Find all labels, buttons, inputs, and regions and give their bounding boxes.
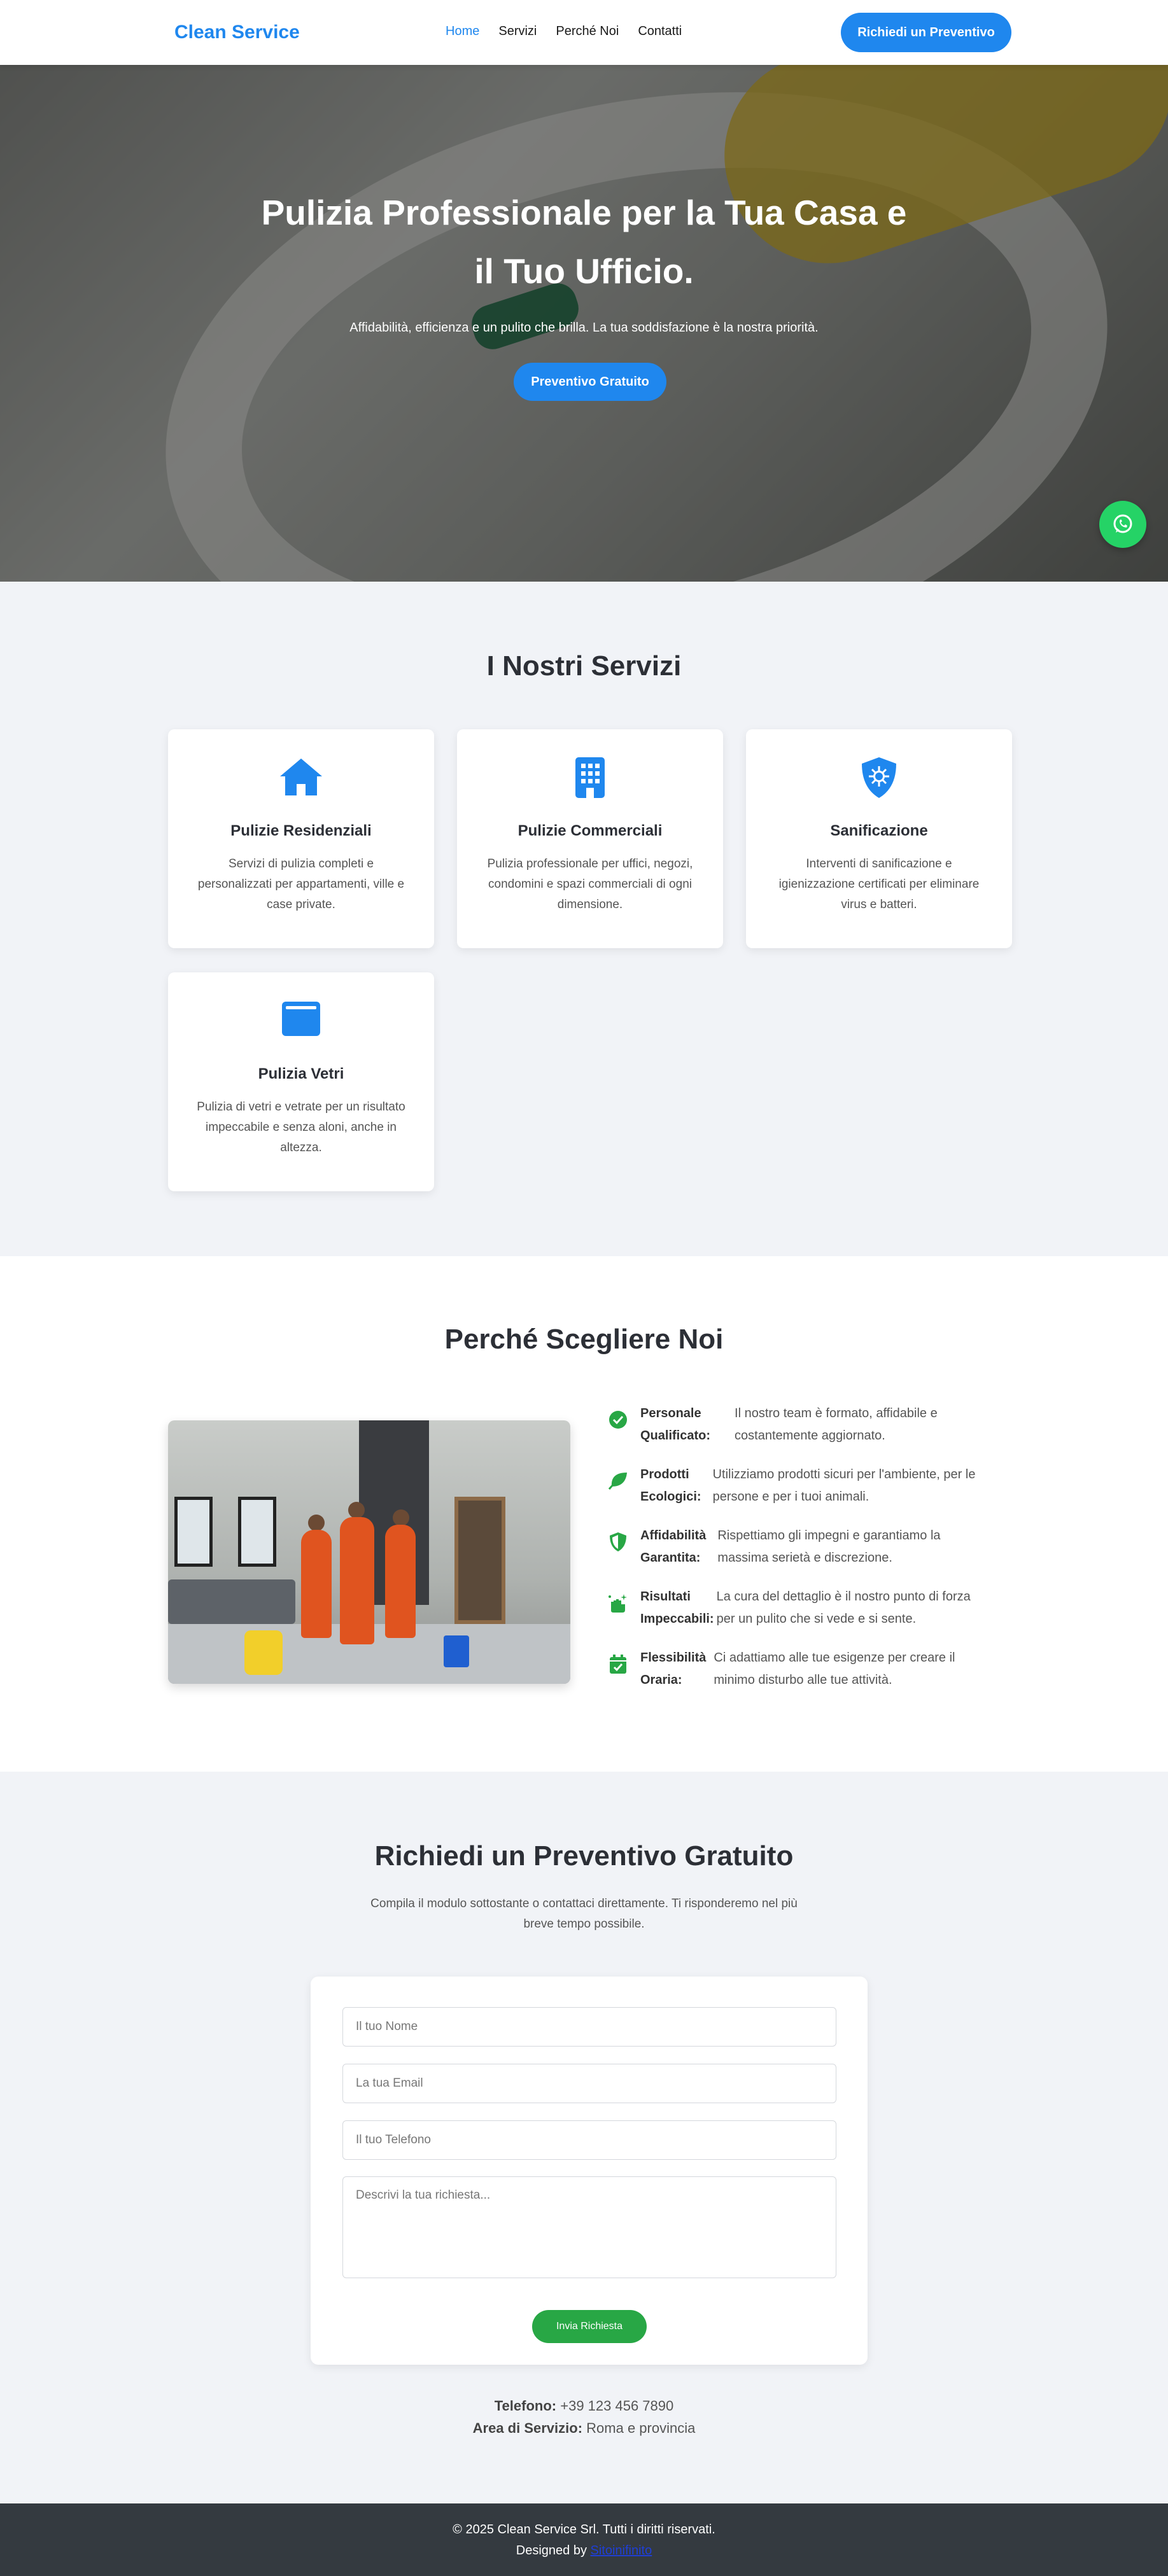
service-card-title: Sanificazione — [830, 822, 928, 839]
services-section: I Nostri Servizi Pulizie Residenziali Se… — [0, 582, 1168, 1256]
nav-quote-button[interactable]: Richiedi un Preventivo — [841, 13, 1011, 52]
sparkle-hand-icon — [609, 1594, 627, 1613]
nav-link-perche-noi[interactable]: Perché Noi — [556, 24, 619, 39]
navbar: Clean Service Home Servizi Perché Noi Co… — [0, 0, 1168, 65]
feature-risultati: Risultati Impeccabili: La cura del dettag… — [607, 1586, 971, 1630]
whatsapp-icon — [1113, 514, 1132, 533]
service-card-title: Pulizie Commerciali — [517, 822, 663, 839]
quote-subtitle: Compila il modulo sottostante o contatta… — [370, 1897, 798, 1931]
email-field[interactable] — [342, 2064, 836, 2103]
window-icon — [282, 1002, 320, 1036]
why-section: Perché Scegliere Noi Personale Qualificat… — [0, 1256, 1168, 1772]
feature-flessibilita: Flessibilità Oraria: Ci adattiamo alle tu… — [607, 1647, 955, 1691]
service-card-commerciali[interactable]: Pulizie Commerciali Pulizia professional… — [457, 729, 723, 948]
hero-title-line2: il Tuo Ufficio. — [474, 251, 694, 291]
service-card-vetri[interactable]: Pulizia Vetri Pulizia di vetri e vetrate… — [168, 972, 434, 1191]
hero-title-line1: Pulizia Professionale per la Tua Casa e — [261, 193, 907, 232]
brand-logo[interactable]: Clean Service — [174, 22, 300, 43]
designer-link[interactable]: Sitoinifinito — [591, 2544, 652, 2558]
feature-personale: Personale Qualificato: Il nostro team è f… — [607, 1403, 938, 1447]
nav-link-home[interactable]: Home — [446, 24, 479, 39]
service-card-residenziali[interactable]: Pulizie Residenziali Servizi di pulizia … — [168, 729, 434, 948]
service-card-text: Servizi di pulizia completi e personaliz… — [197, 857, 405, 911]
nav-link-contatti[interactable]: Contatti — [638, 24, 682, 39]
name-field[interactable] — [342, 2007, 836, 2047]
message-field[interactable] — [342, 2176, 836, 2278]
calendar-check-icon — [610, 1655, 626, 1674]
service-card-title: Pulizia Vetri — [258, 1065, 344, 1082]
services-title: I Nostri Servizi — [486, 650, 682, 682]
feature-prodotti: Prodotti Ecologici: Utilizziamo prodotti … — [607, 1464, 975, 1508]
hero-quote-button[interactable]: Preventivo Gratuito — [514, 363, 666, 401]
whatsapp-button[interactable] — [1099, 501, 1146, 548]
hero-subtitle: Affidabilità, efficienza e un pulito che… — [349, 321, 819, 335]
feature-affidabilita: Affidabilità Garantita: Rispettiamo gli i… — [607, 1525, 941, 1569]
contact-phone: Telefono: +39 123 456 7890 — [494, 2398, 674, 2414]
hero-section: Pulizia Professionale per la Tua Casa e … — [0, 65, 1168, 582]
service-card-text: Pulizia professionale per uffici, negozi… — [487, 857, 693, 911]
why-title: Perché Scegliere Noi — [444, 1324, 724, 1355]
service-card-sanificazione[interactable]: Sanificazione Interventi di sanificazion… — [746, 729, 1012, 948]
contact-area: Area di Servizio: Roma e provincia — [472, 2420, 696, 2436]
nav-link-servizi[interactable]: Servizi — [498, 24, 537, 39]
service-card-text: Interventi di sanificazione e igienizzaz… — [778, 857, 980, 911]
footer-copyright: © 2025 Clean Service Srl. Tutti i diritt… — [453, 2523, 715, 2537]
footer-credits: Designed by Sitoinifinito — [516, 2544, 652, 2558]
submit-button[interactable]: Invia Richiesta — [532, 2310, 647, 2343]
quote-form: Invia Richiesta — [311, 1977, 868, 2365]
team-photo — [168, 1420, 570, 1684]
phone-field[interactable] — [342, 2120, 836, 2160]
footer: © 2025 Clean Service Srl. Tutti i diritt… — [0, 2503, 1168, 2576]
quote-section: Richiedi un Preventivo Gratuito Compila … — [0, 1772, 1168, 2503]
leaf-icon — [608, 1473, 627, 1490]
shield-virus-icon — [862, 757, 896, 798]
house-icon — [280, 759, 322, 795]
service-card-title: Pulizie Residenziali — [230, 822, 372, 839]
check-circle-icon — [609, 1411, 627, 1429]
shield-icon — [610, 1532, 626, 1551]
nav-links: Home Servizi Perché Noi Contatti — [446, 24, 682, 39]
building-icon — [575, 757, 605, 798]
service-card-text: Pulizia di vetri e vetrate per un risult… — [197, 1100, 405, 1154]
quote-title: Richiedi un Preventivo Gratuito — [374, 1840, 794, 1872]
hero-title: Pulizia Professionale per la Tua Casa e … — [0, 183, 1168, 300]
